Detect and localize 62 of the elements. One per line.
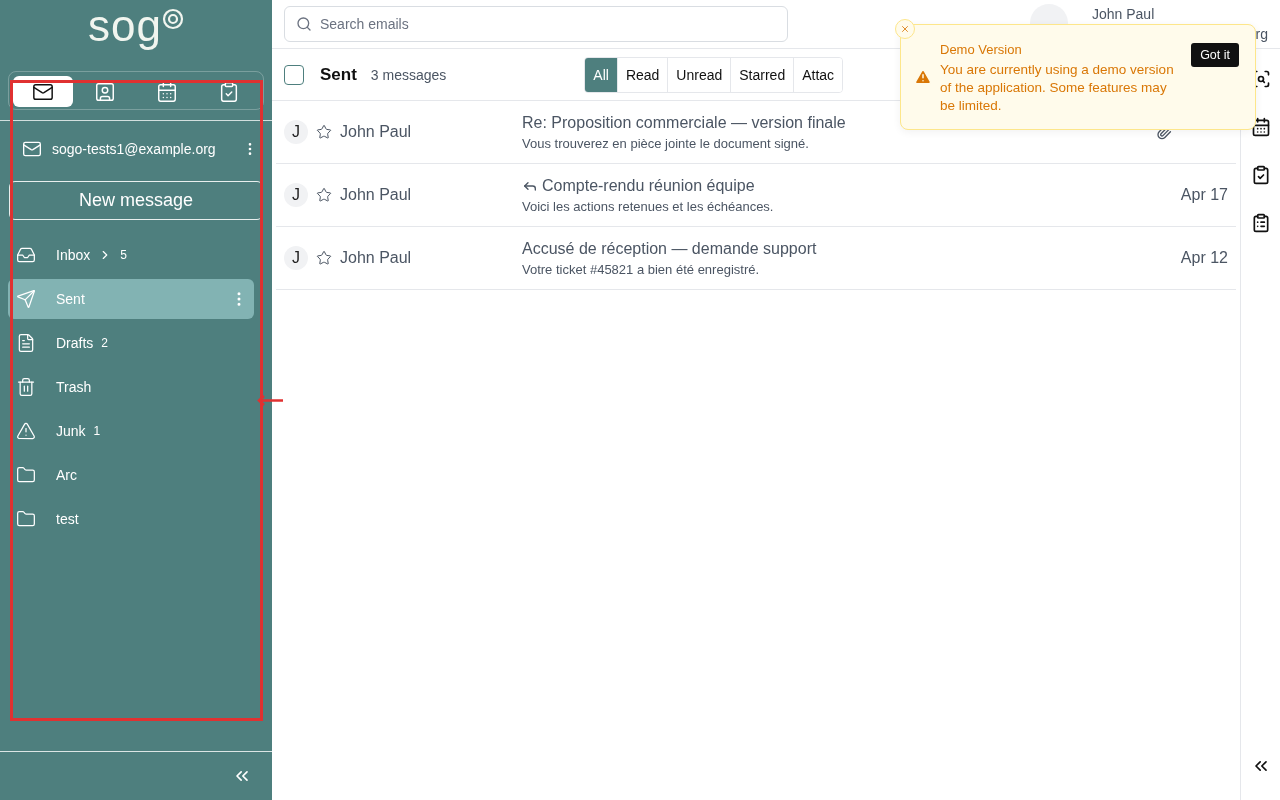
folder-item[interactable]: Junk 1 [8,411,254,451]
folder-label: Drafts [56,335,94,351]
message-row[interactable]: J John Paul Accusé de réception — demande support Votre ticket #45821 a bien été enregistré. Apr 12 [276,227,1236,290]
mail-icon [22,139,42,159]
user-name: John Paul [1092,5,1156,24]
user-email: rg [1255,25,1268,44]
toast-title: Demo Version [940,41,1023,57]
logo: sog [88,4,184,48]
folder-label: Trash [56,379,92,395]
folder-label: Sent [56,291,85,307]
trash-icon [16,377,36,397]
folder-item[interactable]: Drafts 2 [8,323,254,363]
folder-label: test [56,511,79,527]
search-field[interactable]: Search emails [284,6,788,42]
folder-title: Sent [320,64,357,85]
send-icon [16,289,36,309]
folder-icon [16,509,36,529]
annotation-arrow [257,395,284,406]
warning-icon [914,68,932,86]
sender-avatar: J [284,120,308,144]
unread-count: 1 [93,424,101,438]
clipboard-check-icon [218,80,240,103]
folder-icon [16,465,36,485]
message-subject: Re: Proposition commerciale — version finale [522,113,846,132]
filter-tab[interactable]: Attac [793,57,843,92]
message-row[interactable]: J John Paul Compte-rendu réunion équipe Voici les actions retenues et les échéances. Apr 17 [276,164,1236,227]
folder-item[interactable]: Sent [8,279,254,319]
warning-icon [16,421,36,441]
message-snippet: Votre ticket #45821 a bien été enregistré. [522,261,761,277]
calendar-icon [156,80,178,103]
message-date: Apr 17 [1180,186,1228,204]
sender-name: John Paul [340,249,413,267]
star-icon[interactable] [316,250,332,266]
folder-item[interactable]: Arc [8,455,254,495]
star-icon[interactable] [316,187,332,203]
sender-avatar: J [284,183,308,207]
search-icon [296,16,312,32]
document-icon [16,333,36,353]
message-subject: Compte-rendu réunion équipe [542,176,755,195]
sender-avatar: J [284,246,308,270]
folder-item[interactable]: test [8,499,254,539]
message-snippet: Voici les actions retenues et les échéances. [522,198,775,214]
folder-item[interactable]: Trash [8,367,254,407]
folder-label: Arc [56,467,77,483]
select-all-checkbox[interactable] [284,64,304,85]
message-count: 3 messages [370,66,447,83]
got-it-button[interactable]: Got it [1191,43,1239,67]
unread-count: 2 [101,336,109,350]
contact-icon [94,80,116,103]
unread-count: 5 [120,248,127,262]
message-snippet: Vous trouverez en pièce jointe le document signé. [522,135,810,151]
folder-item[interactable]: Inbox 5 [8,235,254,275]
account-email: sogo-tests1@example.org [52,141,217,157]
message-date: Apr 12 [1180,249,1228,267]
sender-name: John Paul [340,123,413,141]
inbox-icon [16,245,36,265]
sender-name: John Paul [340,186,413,204]
message-subject: Accusé de réception — demande support [522,239,817,258]
filter-tab[interactable]: All [585,57,617,92]
star-icon[interactable] [316,124,332,140]
folder-label: Junk [56,423,86,439]
folder-label: Inbox [56,247,91,263]
